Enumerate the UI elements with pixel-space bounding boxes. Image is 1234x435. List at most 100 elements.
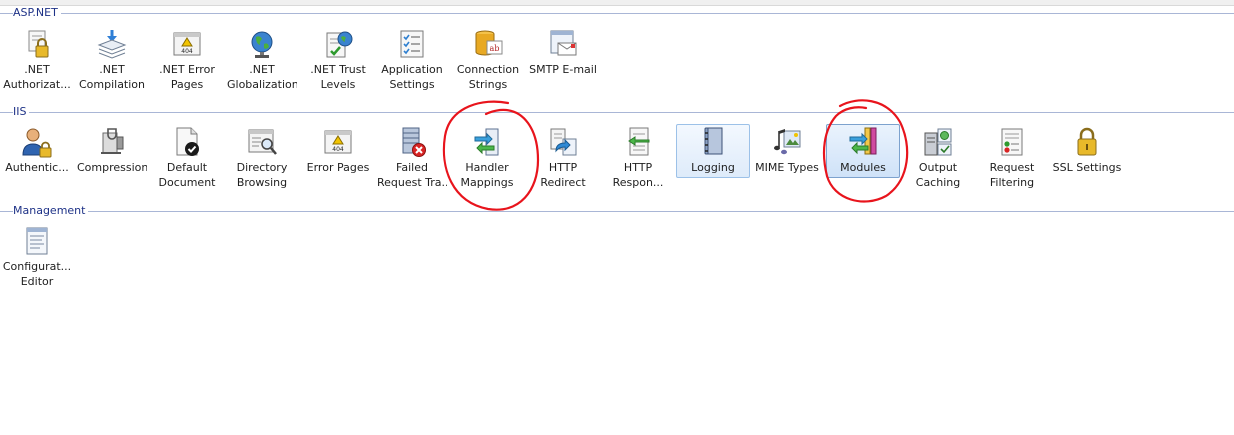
feature-label: Modules — [840, 161, 886, 174]
email-icon — [550, 30, 577, 56]
feature-label-2: Redirect — [540, 176, 586, 189]
feature-http-response-headers[interactable]: HTTP Respon... — [603, 125, 673, 197]
feature-label-2: Editor — [20, 275, 54, 288]
feature-net-globalization[interactable]: .NET Globalization — [227, 27, 297, 99]
feature-label-2: Authorizat... — [3, 78, 71, 91]
http-response-icon — [628, 127, 650, 156]
iis-group-header: IIS — [0, 105, 1234, 121]
settings-list-icon — [400, 30, 424, 58]
error-404-icon: 404 — [324, 130, 352, 154]
aspnet-group-header: ASP.NET — [0, 6, 1234, 22]
output-cache-icon — [924, 128, 952, 156]
svg-text:404: 404 — [332, 146, 344, 153]
svg-text:404: 404 — [181, 48, 193, 55]
feature-handler-mappings[interactable]: Handler Mappings — [452, 125, 522, 197]
feature-label-2: Settings — [389, 78, 435, 91]
feature-label-2: Browsing — [236, 176, 288, 189]
config-editor-icon — [26, 227, 48, 255]
compression-icon — [101, 128, 124, 154]
feature-label-2: Respon... — [612, 176, 664, 189]
feature-error-pages[interactable]: 404 Error Pages — [303, 125, 373, 197]
group-divider — [0, 211, 1234, 212]
feature-label: Compression — [77, 161, 147, 174]
feature-net-trust-levels[interactable]: .NET Trust Levels — [303, 27, 373, 99]
feature-application-settings[interactable]: Application Settings — [377, 27, 447, 99]
feature-label: Connection — [456, 63, 520, 76]
feature-authentication[interactable]: Authentic... — [2, 125, 72, 197]
handler-arrows-icon — [474, 128, 499, 156]
feature-label: Authentic... — [5, 161, 69, 174]
feature-request-filtering[interactable]: Request Filtering — [977, 125, 1047, 197]
logbook-icon — [704, 127, 723, 155]
feature-label-2: Pages — [170, 78, 204, 91]
feature-label: Directory — [236, 161, 288, 174]
feature-label-2: Caching — [915, 176, 961, 189]
failed-log-icon — [402, 127, 426, 157]
feature-label: Application — [381, 63, 443, 76]
group-divider — [0, 13, 1234, 14]
user-icon — [22, 128, 52, 158]
feature-logging[interactable]: Logging — [676, 124, 750, 178]
feature-label: Configurat... — [2, 260, 72, 273]
feature-label-2: Strings — [468, 78, 508, 91]
feature-label-2: Filtering — [989, 176, 1035, 189]
database-icon: ab — [475, 30, 503, 56]
feature-label: Default — [166, 161, 208, 174]
document-check-icon — [176, 127, 199, 156]
modules-icon — [849, 127, 877, 155]
feature-output-caching[interactable]: Output Caching — [903, 125, 973, 197]
feature-label: .NET — [99, 63, 125, 76]
feature-compression[interactable]: Compression — [77, 125, 147, 197]
feature-failed-request-tracing[interactable]: Failed Request Tra... — [377, 125, 447, 197]
globe-icon — [251, 31, 273, 58]
feature-label-2: Mappings — [460, 176, 514, 189]
feature-label: .NET Error — [159, 63, 215, 76]
feature-label-2: Compilation — [78, 78, 146, 91]
feature-label-2: Levels — [320, 78, 356, 91]
svg-text:ab: ab — [490, 44, 500, 53]
feature-label: Failed — [396, 161, 428, 174]
management-group-title: Management — [13, 204, 89, 218]
management-group-header: Management — [0, 204, 1234, 220]
feature-directory-browsing[interactable]: Directory Browsing — [227, 125, 297, 197]
padlock-icon — [1077, 127, 1097, 156]
feature-mime-types[interactable]: MIME Types — [752, 125, 822, 197]
feature-label: .NET Trust — [310, 63, 366, 76]
feature-http-redirect[interactable]: HTTP Redirect — [528, 125, 598, 197]
feature-label: SMTP E-mail — [529, 63, 597, 76]
feature-modules[interactable]: Modules — [826, 124, 900, 178]
feature-ssl-settings[interactable]: SSL Settings — [1052, 125, 1122, 197]
feature-configuration-editor[interactable]: Configurat... Editor — [2, 224, 72, 296]
feature-label-2: Request Tra... — [377, 176, 447, 189]
feature-label-2: Document — [158, 176, 216, 189]
feature-label-2: Globalization — [227, 78, 297, 91]
feature-smtp-email[interactable]: SMTP E-mail — [528, 27, 598, 99]
feature-net-authorization[interactable]: .NET Authorizat... — [2, 27, 72, 99]
aspnet-group-title: ASP.NET — [13, 6, 61, 20]
iis-group-title: IIS — [13, 105, 30, 119]
feature-connection-strings[interactable]: ab Connection Strings — [453, 27, 523, 99]
feature-label: Error Pages — [306, 161, 370, 174]
trust-document-icon — [326, 31, 353, 58]
feature-label: HTTP — [623, 161, 653, 174]
feature-label: Logging — [691, 161, 735, 174]
feature-label: Output — [918, 161, 958, 174]
request-filter-icon — [1001, 128, 1023, 156]
feature-label: Request — [989, 161, 1035, 174]
browse-window-icon — [248, 129, 277, 155]
feature-label: Handler — [465, 161, 509, 174]
mime-media-icon — [774, 129, 801, 155]
stack-compile-icon — [97, 30, 127, 59]
feature-label: SSL Settings — [1052, 161, 1122, 174]
feature-label: .NET — [24, 63, 50, 76]
feature-label: MIME Types — [755, 161, 819, 174]
feature-label: .NET — [249, 63, 275, 76]
feature-net-compilation[interactable]: .NET Compilation — [77, 27, 147, 99]
lock-document-icon — [28, 30, 49, 58]
redirect-icon — [550, 128, 577, 156]
error-404-icon: 404 — [173, 32, 201, 56]
feature-label: HTTP — [548, 161, 578, 174]
feature-net-error-pages[interactable]: 404 .NET Error Pages — [152, 27, 222, 99]
feature-default-document[interactable]: Default Document — [152, 125, 222, 197]
group-divider — [0, 112, 1234, 113]
